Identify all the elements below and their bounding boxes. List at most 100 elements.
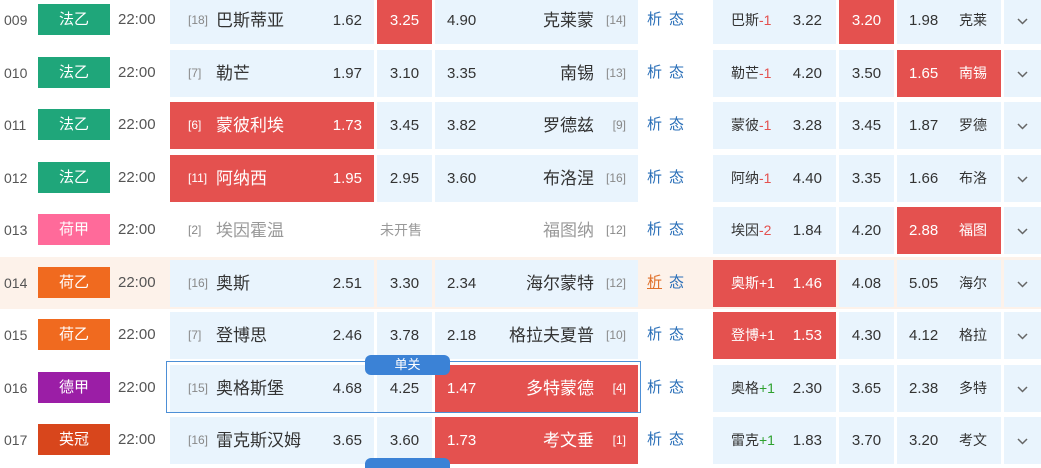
handicap-draw-option[interactable]: 3.35 (839, 154, 894, 202)
handicap-draw-option[interactable]: 4.08 (839, 259, 894, 307)
away-rank: [12] (605, 275, 626, 290)
expand-button[interactable] (1004, 49, 1041, 97)
handicap-draw-option[interactable]: 3.70 (839, 417, 894, 464)
draw-option[interactable]: 2.95 (377, 154, 432, 202)
draw-option[interactable]: 3.30 (377, 259, 432, 307)
handicap-home-option[interactable]: 埃因-2 1.84 (713, 207, 836, 254)
away-rank: [14] (605, 13, 626, 27)
draw-option[interactable]: 3.10 (377, 49, 432, 97)
handicap-home-option[interactable]: 阿纳-1 4.40 (713, 154, 836, 202)
handicap-away-option[interactable]: 3.20 考文 (897, 417, 1001, 464)
away-win-option[interactable]: 2.34 海尔蒙特 [12] (435, 259, 638, 307)
away-win-option[interactable]: 1.73 考文垂 [1] (435, 417, 638, 464)
league-badge: 荷乙 (38, 319, 110, 350)
league-badge: 法乙 (38, 109, 110, 140)
trend-link[interactable]: 态 (669, 309, 684, 361)
away-win-option[interactable]: 3.35 南锡 [13] (435, 49, 638, 97)
handicap-draw-option[interactable]: 3.45 (839, 102, 894, 149)
handicap-away-option[interactable]: 4.12 格拉 (897, 312, 1001, 359)
handicap-away-option[interactable]: 2.88 福图 (897, 207, 1001, 254)
handicap-home-odds: 1.46 (792, 274, 822, 292)
home-win-option[interactable]: [7] 勒芒 1.97 (170, 49, 374, 97)
home-win-option[interactable]: [11] 阿纳西 1.95 (170, 154, 374, 202)
handicap-home-option[interactable]: 巴斯-1 3.22 (713, 0, 836, 44)
analysis-link[interactable]: 析 (647, 257, 662, 309)
trend-link[interactable]: 态 (669, 0, 684, 46)
home-team: 蒙彼利埃 (216, 116, 284, 135)
trend-link[interactable]: 态 (669, 99, 684, 151)
handicap-home-label: 勒芒-1 (731, 50, 771, 97)
home-win-option[interactable]: [6] 蒙彼利埃 1.73 (170, 102, 374, 149)
handicap-draw-option[interactable]: 4.30 (839, 312, 894, 359)
handicap-home-option[interactable]: 奥格+1 2.30 (713, 364, 836, 412)
home-win-option[interactable]: [18] 巴斯蒂亚 1.62 (170, 0, 374, 44)
handicap-away-option[interactable]: 1.87 罗德 (897, 102, 1001, 149)
away-odds: 3.60 (447, 169, 477, 187)
trend-link[interactable]: 态 (669, 204, 684, 256)
away-team: 多特蒙德 (526, 378, 594, 398)
trend-link[interactable]: 态 (669, 257, 684, 309)
away-team: 南锡 (560, 63, 594, 83)
match-number: 009 (4, 12, 28, 28)
handicap-draw-option[interactable]: 3.50 (839, 49, 894, 97)
home-win-option[interactable]: [16] 奥斯 2.51 (170, 259, 374, 307)
expand-button[interactable] (1004, 312, 1041, 359)
handicap-team: 埃因 (731, 222, 759, 238)
draw-option[interactable]: 3.25 (377, 0, 432, 44)
away-win-option[interactable]: 3.60 布洛涅 [16] (435, 154, 638, 202)
analysis-link[interactable]: 析 (647, 204, 662, 256)
draw-option[interactable]: 3.78 (377, 312, 432, 359)
analysis-link[interactable]: 析 (647, 0, 662, 46)
draw-odds: 3.60 (389, 432, 420, 449)
trend-link[interactable]: 态 (669, 362, 684, 414)
handicap-home-label: 巴斯-1 (731, 0, 771, 44)
expand-button[interactable] (1004, 259, 1041, 307)
expand-button[interactable] (1004, 0, 1041, 44)
trend-link[interactable]: 态 (669, 414, 684, 466)
home-odds: 1.97 (332, 64, 362, 82)
match-number: 014 (4, 274, 28, 291)
handicap-draw-option[interactable]: 4.20 (839, 207, 894, 254)
handicap-away-team: 考文 (959, 432, 987, 448)
home-win-option[interactable]: [7] 登博思 2.46 (170, 312, 374, 359)
analysis-link[interactable]: 析 (647, 309, 662, 361)
draw-option[interactable]: 3.45 (377, 102, 432, 149)
expand-button[interactable] (1004, 154, 1041, 202)
draw-option[interactable]: 3.60 (377, 417, 432, 464)
away-win-option[interactable]: 4.90 克莱蒙 [14] (435, 0, 638, 44)
handicap-draw-option[interactable]: 3.65 (839, 364, 894, 412)
handicap-home-option[interactable]: 奥斯+1 1.46 (713, 259, 836, 307)
away-win-option[interactable]: 1.47 多特蒙德 [4] (435, 364, 638, 412)
trend-link[interactable]: 态 (669, 152, 684, 204)
away-win-option[interactable]: 3.82 罗德兹 [9] (435, 102, 638, 149)
expand-button[interactable] (1004, 417, 1041, 464)
handicap-home-option[interactable]: 登博+1 1.53 (713, 312, 836, 359)
match-number: 012 (4, 169, 28, 186)
expand-button[interactable] (1004, 364, 1041, 412)
handicap-home-option[interactable]: 雷克+1 1.83 (713, 417, 836, 464)
match-number: 017 (4, 432, 28, 448)
analysis-link[interactable]: 析 (647, 362, 662, 414)
home-win-option[interactable]: [16] 雷克斯汉姆 3.65 (170, 417, 374, 464)
match-row: 015 荷乙 22:00 [7] 登博思 2.46 3.78 2.18 格拉夫夏普 [10] 析态登… (0, 309, 1041, 361)
expand-button[interactable] (1004, 102, 1041, 149)
handicap-away-option[interactable]: 2.38 多特 (897, 364, 1001, 412)
analysis-link[interactable]: 析 (647, 152, 662, 204)
handicap-home-option[interactable]: 勒芒-1 4.20 (713, 49, 836, 97)
expand-button[interactable] (1004, 207, 1041, 254)
handicap-draw-option[interactable]: 3.20 (839, 0, 894, 44)
analysis-link[interactable]: 析 (647, 414, 662, 466)
away-win-option[interactable]: 2.18 格拉夫夏普 [10] (435, 312, 638, 359)
analysis-link[interactable]: 析 (647, 99, 662, 151)
away-odds: 4.90 (447, 12, 477, 29)
handicap-away-option[interactable]: 1.98 克莱 (897, 0, 1001, 44)
handicap-away-option[interactable]: 5.05 海尔 (897, 259, 1001, 307)
handicap-away-option[interactable]: 1.66 布洛 (897, 154, 1001, 202)
trend-link[interactable]: 态 (669, 47, 684, 99)
handicap-away-option[interactable]: 1.65 南锡 (897, 49, 1001, 97)
handicap-home-label: 登博+1 (731, 312, 775, 359)
away-odds: 3.35 (447, 64, 477, 82)
handicap-home-option[interactable]: 蒙彼-1 3.28 (713, 102, 836, 149)
home-win-option[interactable]: [15] 奥格斯堡 4.68 (170, 364, 374, 412)
analysis-link[interactable]: 析 (647, 47, 662, 99)
